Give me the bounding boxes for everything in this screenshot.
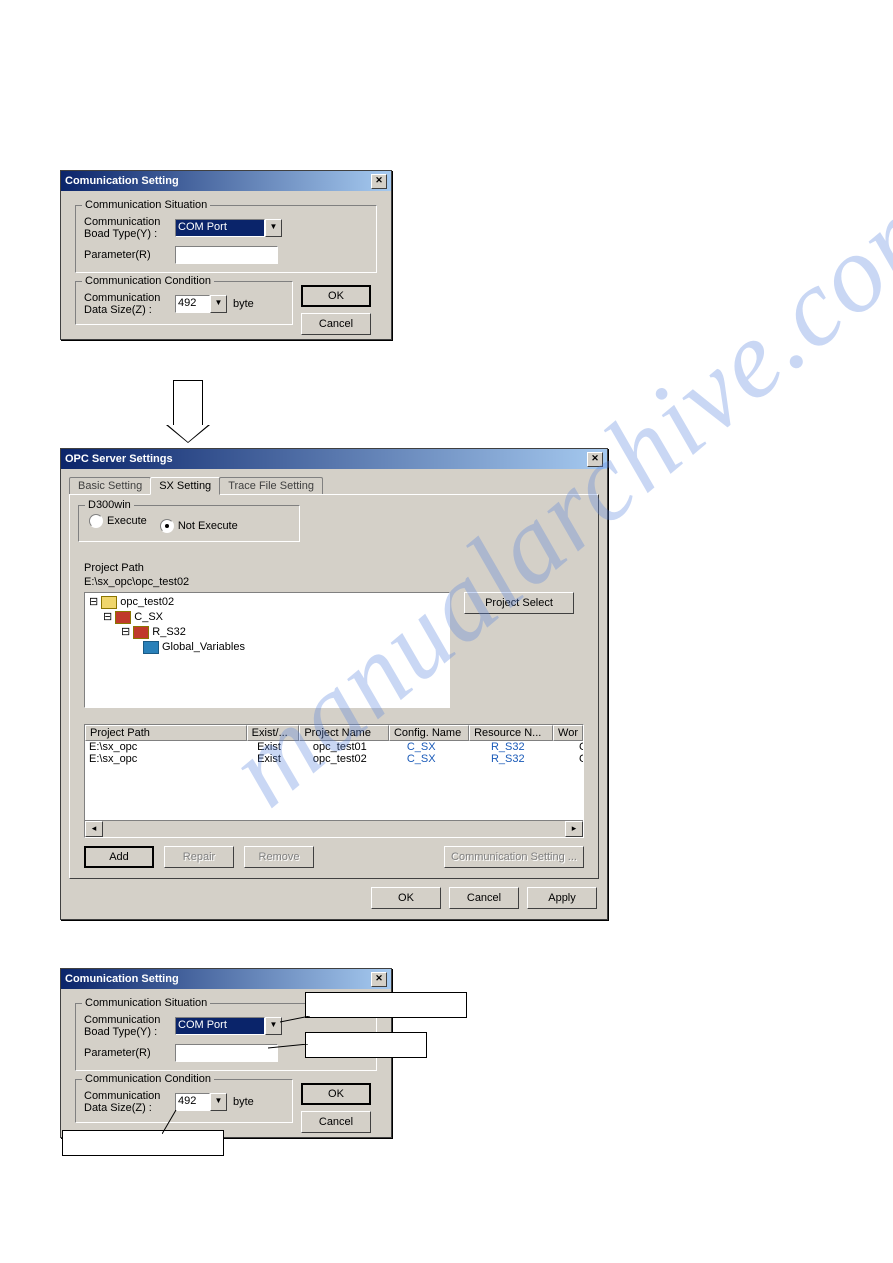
board-type-label: Communication Boad Type(Y) : <box>84 216 169 240</box>
col-resource-name[interactable]: Resource N... <box>469 725 553 741</box>
project-list[interactable]: Project Path Exist/... Project Name Conf… <box>84 724 584 838</box>
annotation-box <box>305 1032 427 1058</box>
cancel-button[interactable]: Cancel <box>301 313 371 335</box>
chevron-down-icon[interactable]: ▼ <box>265 219 282 237</box>
horizontal-scrollbar[interactable]: ◂ ▸ <box>85 820 583 837</box>
unit-label: byte <box>233 1096 254 1108</box>
titlebar: OPC Server Settings ✕ <box>61 449 607 469</box>
communication-setting-dialog-1: Comunication Setting ✕ Communication Sit… <box>60 170 392 340</box>
group-title: D300win <box>85 499 134 511</box>
col-config-name[interactable]: Config. Name <box>389 725 469 741</box>
chevron-down-icon[interactable]: ▼ <box>210 295 227 313</box>
tab-sx-setting[interactable]: SX Setting <box>150 477 220 495</box>
opc-server-settings-dialog: OPC Server Settings ✕ Basic Setting SX S… <box>60 448 608 920</box>
close-icon[interactable]: ✕ <box>587 452 603 467</box>
scroll-left-icon[interactable]: ◂ <box>85 821 103 837</box>
radio-not-execute[interactable]: Not Execute <box>160 519 238 533</box>
parameter-field[interactable] <box>175 1044 278 1062</box>
data-size-label: Communication Data Size(Z) : <box>84 1090 169 1114</box>
board-type-combo[interactable]: COM Port <box>175 219 265 237</box>
tab-trace-file-setting[interactable]: Trace File Setting <box>219 477 323 494</box>
group-title: Communication Situation <box>82 199 210 211</box>
parameter-label: Parameter(R) <box>84 249 169 261</box>
scroll-right-icon[interactable]: ▸ <box>565 821 583 837</box>
ok-button[interactable]: OK <box>301 1083 371 1105</box>
add-button[interactable]: Add <box>84 846 154 868</box>
ok-button[interactable]: OK <box>371 887 441 909</box>
project-path-label: Project Path <box>84 562 584 574</box>
group-title: Communication Condition <box>82 1073 214 1085</box>
titlebar: Comunication Setting ✕ <box>61 969 391 989</box>
data-size-combo[interactable]: 492 <box>175 1093 210 1111</box>
col-project-name[interactable]: Project Name <box>299 725 389 741</box>
close-icon[interactable]: ✕ <box>371 174 387 189</box>
arrow-down-icon <box>173 380 203 426</box>
table-row[interactable]: E:\sx_opc Exist opc_test02 C_SX R_S32 Gl… <box>85 753 583 765</box>
col-wor[interactable]: Wor <box>553 725 583 741</box>
col-exist[interactable]: Exist/... <box>247 725 300 741</box>
ok-button[interactable]: OK <box>301 285 371 307</box>
project-path-value: E:\sx_opc\opc_test02 <box>84 576 584 588</box>
project-tree[interactable]: ⊟ opc_test02 ⊟ C_SX ⊟ R_S32 Global_Varia… <box>84 592 450 708</box>
tab-basic-setting[interactable]: Basic Setting <box>69 477 151 494</box>
data-size-label: Communication Data Size(Z) : <box>84 292 169 316</box>
dialog-title: OPC Server Settings <box>65 452 173 466</box>
unit-label: byte <box>233 298 254 310</box>
parameter-label: Parameter(R) <box>84 1047 169 1059</box>
project-select-button[interactable]: Project Select <box>464 592 574 614</box>
table-row[interactable]: E:\sx_opc Exist opc_test01 C_SX R_S32 Gl… <box>85 741 583 753</box>
annotation-box <box>305 992 467 1018</box>
data-size-combo[interactable]: 492 <box>175 295 210 313</box>
close-icon[interactable]: ✕ <box>371 972 387 987</box>
board-type-label: Communication Boad Type(Y) : <box>84 1014 169 1038</box>
group-title: Communication Condition <box>82 275 214 287</box>
repair-button[interactable]: Repair <box>164 846 234 868</box>
tab-strip: Basic Setting SX Setting Trace File Sett… <box>69 477 599 494</box>
communication-setting-button[interactable]: Communication Setting ... <box>444 846 584 868</box>
apply-button[interactable]: Apply <box>527 887 597 909</box>
chevron-down-icon[interactable]: ▼ <box>210 1093 227 1111</box>
titlebar: Comunication Setting ✕ <box>61 171 391 191</box>
dialog-title: Comunication Setting <box>65 174 179 188</box>
col-project-path[interactable]: Project Path <box>85 725 247 741</box>
annotation-line <box>280 1016 310 1028</box>
cancel-button[interactable]: Cancel <box>301 1111 371 1133</box>
dialog-title: Comunication Setting <box>65 972 179 986</box>
remove-button[interactable]: Remove <box>244 846 314 868</box>
annotation-line <box>162 1110 202 1134</box>
cancel-button[interactable]: Cancel <box>449 887 519 909</box>
board-type-combo[interactable]: COM Port <box>175 1017 265 1035</box>
radio-execute[interactable]: Execute <box>89 514 147 528</box>
annotation-line <box>268 1044 308 1052</box>
tab-panel: D300win Execute Not Execute Project Path… <box>69 494 599 879</box>
parameter-field[interactable] <box>175 246 278 264</box>
group-title: Communication Situation <box>82 997 210 1009</box>
